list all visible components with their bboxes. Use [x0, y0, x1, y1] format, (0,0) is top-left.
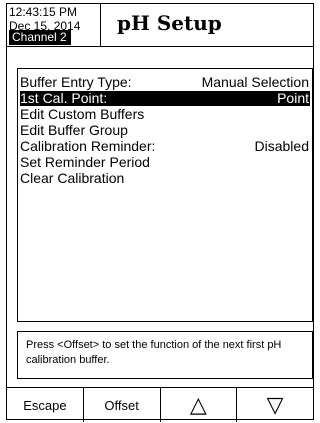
menu-item-1st-cal-point[interactable]: 1st Cal. Point: Point: [20, 91, 310, 106]
menu-item-label: Calibration Reminder:: [20, 138, 156, 154]
menu-item-label: Buffer Entry Type:: [20, 74, 132, 90]
offset-label: Offset: [104, 397, 139, 413]
menu-list: Buffer Entry Type: Manual Selection 1st …: [17, 68, 313, 322]
softkey-bar: Escape Offset △ ▽: [7, 387, 313, 422]
up-triangle-icon: △: [189, 392, 207, 417]
menu-item-label: Edit Custom Buffers: [20, 106, 145, 122]
menu-item-edit-buffer-group[interactable]: Edit Buffer Group: [20, 123, 310, 138]
time-label: 12:43:15 PM: [9, 5, 78, 19]
menu-item-edit-custom-buffers[interactable]: Edit Custom Buffers: [20, 107, 310, 122]
down-button[interactable]: ▽: [237, 388, 313, 422]
menu-item-label: Edit Buffer Group: [20, 122, 128, 138]
channel-badge: Channel 2: [9, 30, 71, 45]
down-triangle-icon: ▽: [266, 392, 284, 417]
offset-button[interactable]: Offset: [84, 388, 161, 422]
menu-item-label: 1st Cal. Point:: [20, 90, 108, 106]
menu-item-calibration-reminder[interactable]: Calibration Reminder: Disabled: [20, 139, 310, 154]
menu-item-value: Point: [277, 90, 309, 106]
help-text: Press <Offset> to set the function of th…: [26, 339, 282, 366]
menu-item-buffer-entry-type[interactable]: Buffer Entry Type: Manual Selection: [20, 75, 310, 90]
device-screen: 12:43:15 PM Dec 15, 2014 pH Setup Channe…: [6, 3, 314, 422]
menu-item-set-reminder-period[interactable]: Set Reminder Period: [20, 155, 310, 170]
menu-item-value: Manual Selection: [201, 74, 309, 90]
menu-item-label: Set Reminder Period: [20, 154, 150, 170]
menu-item-value: Disabled: [254, 138, 309, 154]
menu-item-label: Clear Calibration: [20, 170, 125, 186]
escape-button[interactable]: Escape: [7, 388, 84, 422]
page-title: pH Setup: [117, 11, 222, 35]
escape-label: Escape: [23, 397, 67, 413]
up-button[interactable]: △: [161, 388, 238, 422]
menu-item-clear-calibration[interactable]: Clear Calibration: [20, 171, 310, 186]
help-text-box: Press <Offset> to set the function of th…: [17, 331, 313, 379]
